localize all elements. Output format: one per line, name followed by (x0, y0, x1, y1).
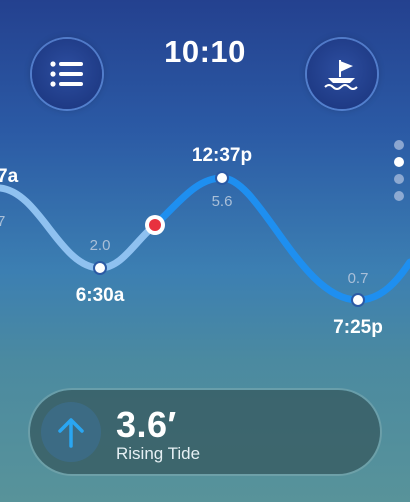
tide-curve-svg: 7a 6:30a 12:37p 7:25p 7 2.0 5.6 0.7 (0, 145, 410, 338)
page-dot[interactable] (394, 140, 404, 150)
tide-time-label: 7a (0, 166, 19, 187)
arrow-up-icon (58, 418, 84, 448)
sailboat-icon (324, 60, 358, 90)
page-dot[interactable] (394, 191, 404, 201)
tide-chart: 7a 6:30a 12:37p 7:25p 7 2.0 5.6 0.7 (0, 120, 410, 350)
tide-direction-label: Rising Tide (116, 444, 201, 463)
page-dot[interactable] (394, 157, 404, 167)
low-tide-point[interactable] (93, 261, 107, 275)
page-dot[interactable] (394, 174, 404, 184)
tide-height-label: 7 (0, 213, 5, 230)
tide-height-label: 0.7 (348, 270, 369, 287)
tide-time-label: 6:30a (76, 285, 125, 306)
high-tide-point[interactable] (215, 171, 229, 185)
tide-curve-future (151, 174, 410, 304)
tide-height-label: 2.0 (90, 237, 111, 254)
page-indicator[interactable] (394, 140, 406, 201)
current-tide-height: 3.6′ (116, 404, 177, 445)
tide-time-label: 7:25p (333, 317, 383, 338)
tide-time-label: 12:37p (192, 145, 252, 166)
low-tide-point[interactable] (351, 293, 365, 307)
tide-height-label: 5.6 (212, 193, 233, 210)
boat-button[interactable] (307, 39, 377, 109)
current-tide-marker[interactable] (149, 219, 161, 231)
top-bar: 10:10 (0, 0, 410, 120)
tide-direction-badge (41, 402, 101, 462)
tide-curve-past (0, 184, 159, 272)
tide-status-card[interactable]: 3.6′ Rising Tide (30, 390, 380, 474)
